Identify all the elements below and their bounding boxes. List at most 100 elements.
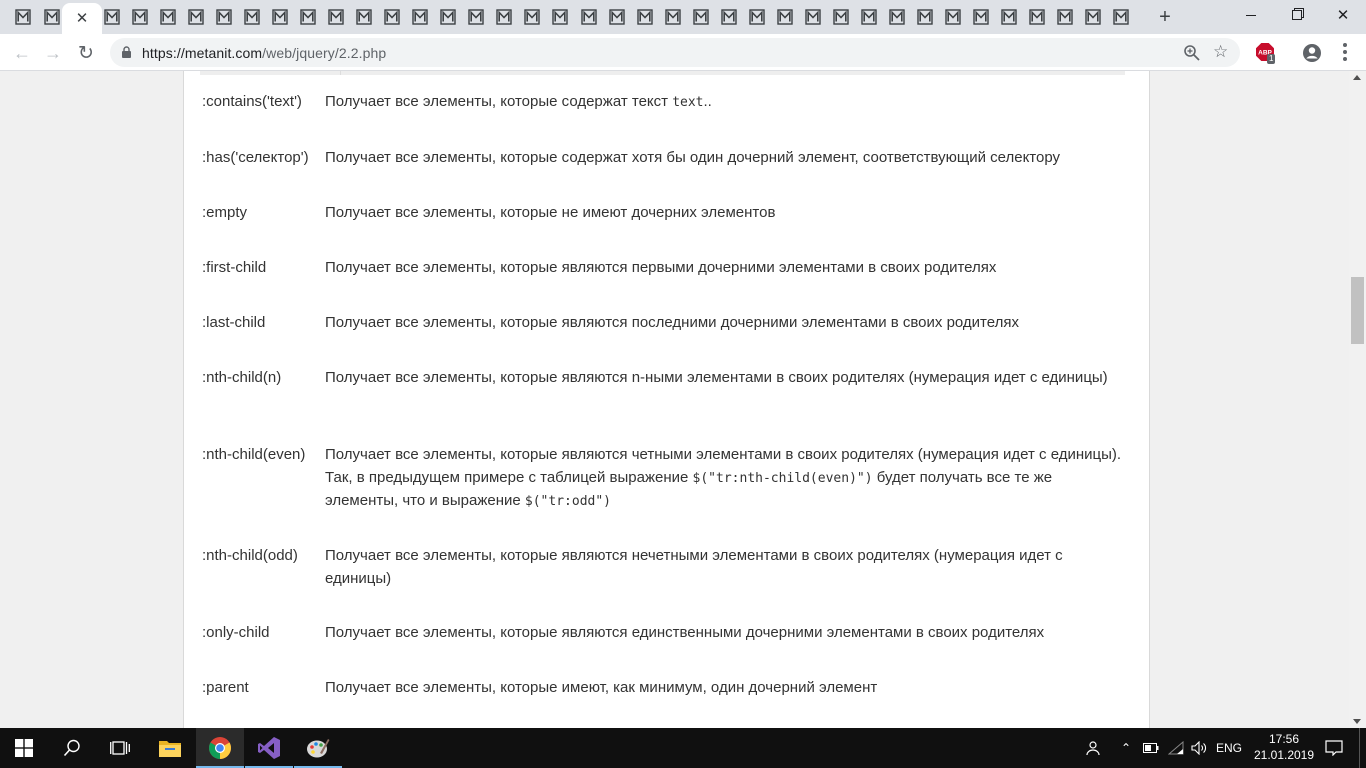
task-view-button[interactable] <box>96 728 144 768</box>
browser-tab[interactable] <box>407 7 433 27</box>
metanit-favicon-icon <box>104 9 120 25</box>
reload-icon: ↻ <box>78 42 94 64</box>
reload-button[interactable]: ↻ <box>72 39 100 67</box>
browser-tab[interactable] <box>744 7 770 27</box>
browser-tab[interactable] <box>1108 7 1134 27</box>
clock[interactable]: 17:56 21.01.2019 <box>1250 731 1318 763</box>
browser-tab[interactable] <box>940 7 966 27</box>
browser-tab[interactable] <box>295 7 321 27</box>
description-text: Получает все элементы, которые имеют, ка… <box>325 679 878 696</box>
metanit-favicon-icon <box>552 9 569 25</box>
browser-tab[interactable] <box>379 7 405 27</box>
new-tab-button[interactable]: + <box>1154 6 1176 28</box>
browser-tab[interactable] <box>1080 7 1106 27</box>
metanit-favicon-icon <box>748 9 765 25</box>
visual-studio-button[interactable] <box>245 728 293 768</box>
browser-tab[interactable] <box>1024 7 1050 27</box>
table-top-border <box>200 71 1125 75</box>
browser-tab[interactable] <box>211 7 237 27</box>
description-text: .. <box>703 93 712 110</box>
browser-tab[interactable] <box>856 7 882 27</box>
close-tab-icon[interactable]: ✕ <box>76 11 89 26</box>
browser-tab[interactable] <box>912 7 938 27</box>
selector-description: Получает все элементы, которые являются … <box>325 444 1125 514</box>
active-tab[interactable]: ✕ <box>62 3 102 34</box>
url-text[interactable]: https://metanit.com/web/jquery/2.2.php <box>142 45 386 61</box>
chevron-up-icon: ⌃ <box>1120 741 1132 755</box>
metanit-favicon-icon <box>1057 9 1073 25</box>
browser-tab[interactable] <box>660 7 686 27</box>
browser-tab[interactable] <box>716 7 742 27</box>
content-column: :contains('text') Получает все элементы, … <box>183 71 1150 728</box>
bookmark-star-icon[interactable]: ☆ <box>1213 43 1228 60</box>
profile-avatar-icon[interactable] <box>1302 43 1322 63</box>
address-bar[interactable]: https://metanit.com/web/jquery/2.2.php ☆ <box>110 38 1240 67</box>
browser-tab[interactable] <box>323 7 349 27</box>
browser-tab[interactable] <box>772 7 798 27</box>
selector-name: :parent <box>202 679 249 696</box>
browser-tab[interactable] <box>351 7 377 27</box>
metanit-favicon-icon <box>384 9 400 25</box>
people-button[interactable] <box>1080 728 1104 768</box>
browser-tab[interactable] <box>463 7 489 27</box>
page-scrollbar[interactable] <box>1349 71 1366 728</box>
minimize-button[interactable] <box>1228 0 1274 30</box>
description-text: Получает все элементы, которые содержат … <box>325 93 673 110</box>
action-center-button[interactable] <box>1320 728 1348 768</box>
description-text: Получает все элементы, которые являются … <box>325 369 1108 386</box>
metanit-favicon-icon <box>1001 9 1017 25</box>
browser-tab[interactable] <box>1052 7 1078 27</box>
battery-indicator[interactable] <box>1140 728 1162 768</box>
browser-tab[interactable] <box>183 7 209 27</box>
description-text: Получает все элементы, которые являются … <box>325 547 1063 587</box>
metanit-favicon-icon <box>244 9 260 25</box>
paint-button[interactable] <box>294 728 342 768</box>
maximize-button[interactable] <box>1274 0 1320 30</box>
browser-tab[interactable] <box>435 7 461 27</box>
browser-tab[interactable] <box>884 7 910 27</box>
show-hidden-icons-button[interactable]: ⌃ <box>1116 728 1136 768</box>
browser-tab[interactable] <box>688 7 714 27</box>
metanit-favicon-icon <box>973 9 989 25</box>
clock-time: 17:56 <box>1268 732 1300 746</box>
back-button[interactable]: ← <box>8 39 36 67</box>
browser-tab[interactable] <box>800 7 826 27</box>
scroll-down-arrow-icon[interactable] <box>1353 719 1361 724</box>
browser-tab[interactable] <box>604 7 630 27</box>
browser-tab[interactable] <box>127 7 153 27</box>
start-button[interactable] <box>0 728 48 768</box>
search-icon <box>63 739 80 757</box>
browser-tab[interactable] <box>547 7 573 27</box>
selector-name: :empty <box>202 204 248 221</box>
browser-tab[interactable] <box>632 7 658 27</box>
metanit-favicon-icon <box>1029 9 1045 25</box>
zoom-icon[interactable] <box>1183 44 1201 62</box>
task-view-icon <box>110 741 130 755</box>
browser-tab[interactable] <box>968 7 994 27</box>
close-window-button[interactable]: ✕ <box>1320 0 1366 30</box>
browser-tab[interactable] <box>155 7 181 27</box>
browser-tab[interactable] <box>519 7 545 27</box>
browser-tab[interactable] <box>239 7 265 27</box>
browser-tab[interactable] <box>267 7 293 27</box>
input-language-indicator[interactable]: ENG <box>1212 728 1246 768</box>
browser-tab[interactable] <box>828 7 854 27</box>
search-button[interactable] <box>48 728 96 768</box>
browser-tab[interactable] <box>576 7 602 27</box>
network-indicator[interactable] <box>1164 728 1188 768</box>
battery-icon <box>1143 743 1159 753</box>
selector-description: Получает все элементы, которые содержат … <box>325 91 1125 115</box>
volume-indicator[interactable] <box>1188 728 1210 768</box>
browser-menu-icon[interactable] <box>1335 42 1355 62</box>
file-explorer-button[interactable] <box>146 728 194 768</box>
scroll-up-arrow-icon[interactable] <box>1353 75 1361 80</box>
browser-tab[interactable] <box>491 7 517 27</box>
browser-tab[interactable] <box>99 7 125 27</box>
chrome-button[interactable] <box>196 728 244 768</box>
browser-tab[interactable] <box>996 7 1022 27</box>
metanit-favicon-icon <box>889 9 905 25</box>
scrollbar-thumb[interactable] <box>1351 277 1364 344</box>
show-desktop-button[interactable] <box>1359 728 1366 768</box>
browser-tab[interactable] <box>10 7 36 27</box>
forward-button[interactable]: → <box>39 39 67 67</box>
